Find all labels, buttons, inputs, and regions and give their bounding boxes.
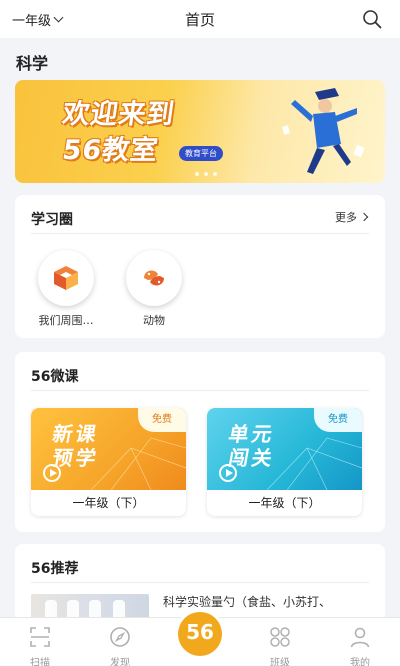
circle-item-label: 我们周围… xyxy=(38,314,94,327)
circle-item-surroundings[interactable]: 我们周围… xyxy=(31,250,101,328)
compass-icon xyxy=(110,627,130,647)
grade-selector[interactable]: 一年级 xyxy=(12,10,64,29)
banner-line2: 56教室 xyxy=(60,135,161,166)
chevron-down-icon xyxy=(53,12,64,23)
lesson-card-challenge[interactable]: 单元 闯关 免费 一年级（下） xyxy=(207,408,362,516)
user-icon xyxy=(350,627,370,648)
welcome-banner[interactable]: 欢迎来到 56教室 教育平台 xyxy=(15,80,385,183)
micro-lessons-title: 56微课 xyxy=(31,369,79,385)
tab-label: 发现 xyxy=(110,658,130,666)
subject-heading: 科学 xyxy=(16,54,49,73)
tab-home-center[interactable]: 56 xyxy=(178,612,222,656)
tab-label: 班级 xyxy=(270,658,290,666)
scan-icon xyxy=(30,627,50,647)
lesson-card-preview[interactable]: 新课 预学 免费 一年级（下） xyxy=(31,408,186,516)
banner-tag: 教育平台 xyxy=(179,146,223,161)
tab-class[interactable]: 班级 xyxy=(250,618,310,666)
circle-item-label: 动物 xyxy=(143,314,165,327)
carousel-dots[interactable] xyxy=(195,172,217,176)
grade-label: 一年级 xyxy=(12,14,52,29)
more-label: 更多 xyxy=(335,211,357,224)
free-badge: 免费 xyxy=(138,408,186,432)
lesson-caption: 一年级（下） xyxy=(248,496,321,510)
recommend-title: 56推荐 xyxy=(31,561,79,577)
banner-line1: 欢迎来到 xyxy=(60,99,177,130)
circle-item-animals[interactable]: 动物 xyxy=(119,250,189,328)
graduate-illustration-icon xyxy=(282,88,365,174)
play-icon xyxy=(43,464,61,482)
recommend-item-title[interactable]: 科学实验量勺（食盐、小苏打、 xyxy=(163,593,373,612)
cube-icon xyxy=(54,266,78,290)
tab-scan[interactable]: 扫描 xyxy=(10,618,70,666)
micro-lessons-card: 56微课 新课 预学 免费 一年级（下） 单元 闯关 免费 一年级（下） xyxy=(15,352,385,532)
play-icon xyxy=(219,464,237,482)
tab-label: 我的 xyxy=(350,658,370,666)
tab-profile[interactable]: 我的 xyxy=(330,618,390,666)
search-icon[interactable] xyxy=(362,9,382,29)
page-title: 首页 xyxy=(184,10,215,29)
study-circle-title: 学习圈 xyxy=(31,212,73,228)
tab-discover[interactable]: 发现 xyxy=(90,618,150,666)
free-badge: 免费 xyxy=(314,408,362,432)
chevron-right-icon xyxy=(359,212,369,222)
more-link[interactable]: 更多 xyxy=(335,209,369,225)
fish-icon xyxy=(144,270,164,286)
top-bar: 一年级 首页 xyxy=(0,0,400,38)
grid-icon xyxy=(270,627,290,647)
study-circle-card: 学习圈 更多 我们周围… 动物 xyxy=(15,195,385,338)
bottom-tab-bar: 扫描 发现 56 班级 我的 xyxy=(0,612,400,666)
tab-label: 扫描 xyxy=(30,658,50,666)
lesson-caption: 一年级（下） xyxy=(72,496,145,510)
